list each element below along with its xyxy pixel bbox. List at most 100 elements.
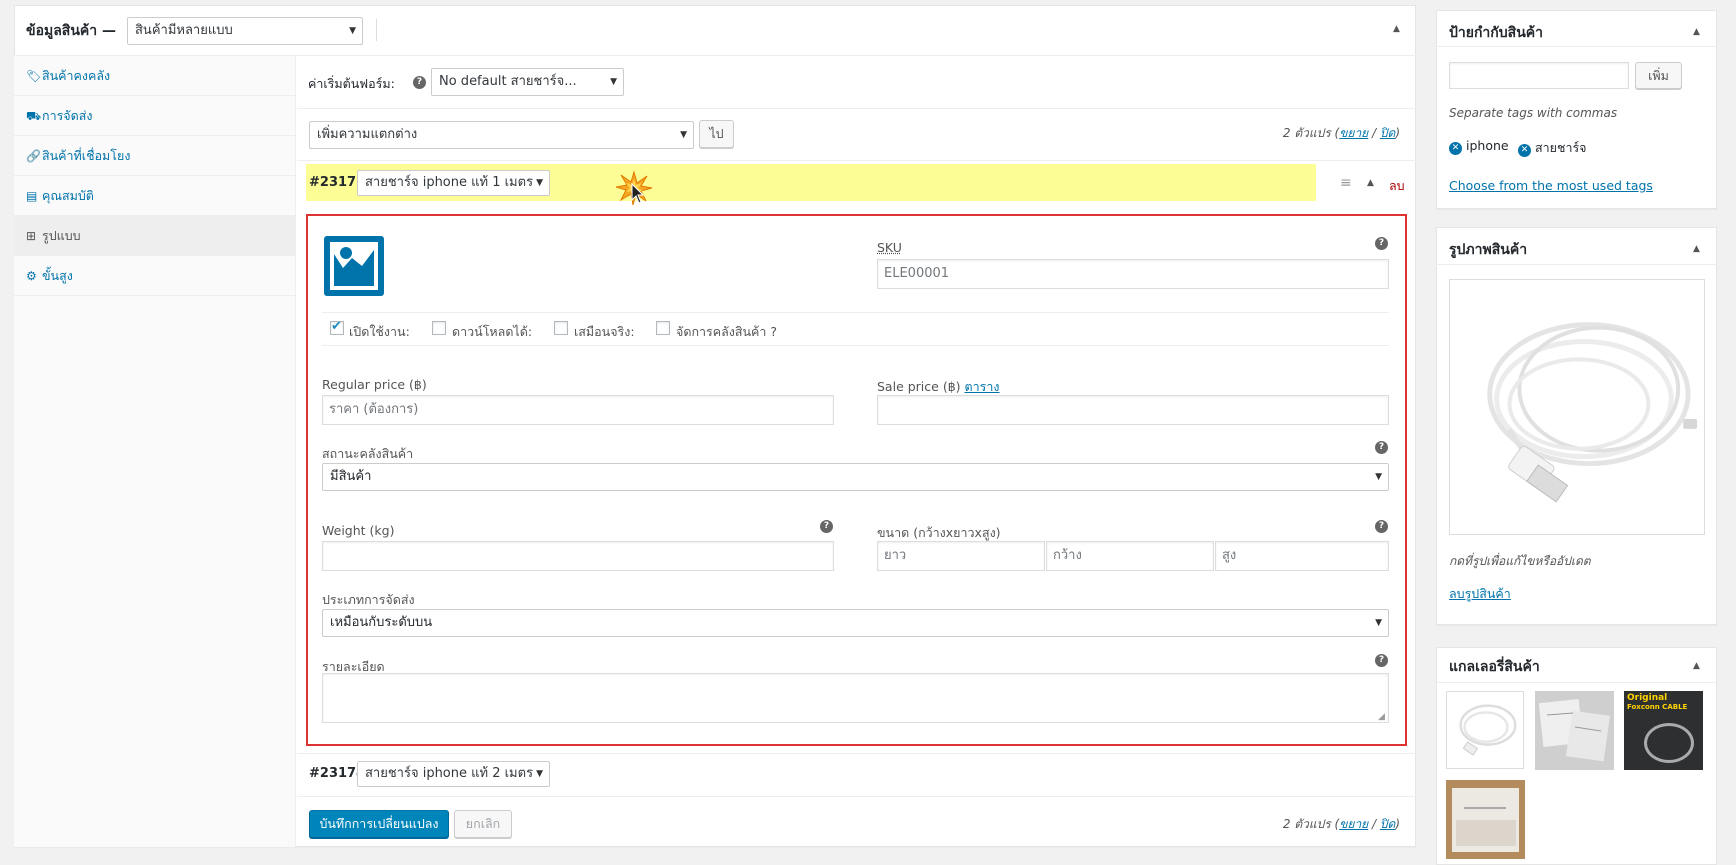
width-input[interactable]: กว้าง [1046,541,1214,571]
collapse-tags-icon[interactable]: ▲ [1693,27,1700,37]
close-link[interactable]: ปิด [1380,126,1395,140]
chevron-down-icon: ▼ [610,77,617,87]
tag-item: ✕ สายชาร์จ [1518,138,1587,158]
tags-box-title: ป้ายกำกับสินค้า [1449,25,1543,41]
default-form-value: No default สายชาร์จ... [439,74,577,89]
help-icon: ? [1375,520,1388,533]
regular-price-label: Regular price (฿) [322,377,427,392]
tag-item: ✕ iphone [1449,138,1509,155]
variations-count-text: 2 ตัวแปร ( [1282,126,1340,140]
resize-handle-icon[interactable]: ◢ [1378,712,1385,722]
default-form-label: ค่าเริ่มต้นฟอร์ม: [308,76,395,91]
collapse-gallery-icon[interactable]: ▲ [1693,661,1700,671]
variations-count-top: 2 ตัวแปร (ขยาย / ปิด) [1200,124,1400,143]
collapse-panel-icon[interactable]: ▲ [1393,24,1400,34]
remove-tag-icon[interactable]: ✕ [1449,142,1462,155]
help-icon: ? [1375,237,1388,250]
tab-variations[interactable]: ⊞ รูปแบบ [14,216,296,256]
add-variation-value: เพิ่มความแตกต่าง [317,127,418,142]
save-changes-button[interactable]: บันทึกการเปลี่ยนแปลง [309,810,449,838]
gallery-thumb[interactable] [1535,691,1614,770]
link-icon: 🔗 [26,149,41,163]
shipping-class-select[interactable]: เหมือนกับระดับบน ▼ [322,609,1389,637]
box-rule [1436,264,1717,265]
tab-label: การจัดส่ง [42,108,93,123]
gallery-thumb[interactable]: Original Foxconn CABLE [1624,691,1703,770]
add-tag-button[interactable]: เพิ่ม [1635,62,1682,89]
stock-status-select[interactable]: มีสินค้า ▼ [322,463,1389,491]
gallery-thumb[interactable] [1446,780,1525,859]
collapse-variation-icon[interactable]: ▲ [1367,178,1374,188]
expand-link[interactable]: ขยาย [1339,126,1368,140]
truck-icon: ⛟ [26,109,42,123]
virtual-checkbox[interactable] [554,321,568,335]
sep: / [1368,126,1380,140]
sku-placeholder: ELE00001 [884,266,950,281]
length-placeholder: ยาว [884,548,907,563]
schedule-link[interactable]: ตาราง [965,379,1000,394]
cancel-button[interactable]: ยกเลิก [454,810,512,838]
variation-attribute-select[interactable]: สายชาร์จ iphone แท้ 2 เมตร ▼ [357,761,550,787]
enabled-label: เปิดใช้งาน: [349,324,410,339]
paren: ) [1395,817,1400,831]
enabled-checkbox[interactable] [330,319,344,335]
click-burst-icon [615,170,653,206]
product-type-select[interactable]: สินค้ามีหลายแบบ ▼ [127,17,363,45]
default-form-select[interactable]: No default สายชาร์จ... ▼ [431,68,624,96]
downloadable-checkbox[interactable] [432,321,446,335]
tag-label: สายชาร์จ [1534,140,1587,155]
tab-linked-products[interactable]: 🔗 สินค้าที่เชื่อมโยง [14,136,296,176]
regular-price-placeholder: ราคา (ต้องการ) [329,402,419,417]
stock-status-value: มีสินค้า [330,469,372,484]
row-rule [297,796,1416,797]
height-input[interactable]: สูง [1215,541,1389,571]
description-textarea[interactable] [322,673,1389,723]
variation-attribute-select[interactable]: สายชาร์จ iphone แท้ 1 เมตร ▼ [357,170,550,196]
length-input[interactable]: ยาว [877,541,1045,571]
help-icon: ? [413,76,426,89]
variation-attribute-value: สายชาร์จ iphone แท้ 1 เมตร [365,175,534,190]
sale-price-text: Sale price (฿) [877,379,961,394]
go-button[interactable]: ไป [699,120,734,148]
close-link[interactable]: ปิด [1380,817,1395,831]
paren: ) [1395,126,1400,140]
chevron-down-icon: ▼ [349,26,356,36]
help-icon: ? [1375,441,1388,454]
tags-hint: Separate tags with commas [1449,106,1618,120]
tab-advanced[interactable]: ⚙ ขั้นสูง [14,256,296,296]
remove-product-image-link[interactable]: ลบรูปสินค้า [1449,584,1511,604]
row-rule [297,108,1416,109]
help-icon: ? [820,520,833,533]
weight-input[interactable] [322,541,834,571]
drag-handle-icon[interactable]: ≡ [1340,175,1352,191]
add-variation-select[interactable]: เพิ่มความแตกต่าง ▼ [309,121,694,149]
header-divider [376,19,377,41]
product-image[interactable] [1449,279,1705,535]
tab-label: คุณสมบัติ [42,188,94,203]
tab-shipping[interactable]: ⛟ การจัดส่ง [14,96,296,136]
height-placeholder: สูง [1222,548,1237,563]
sale-price-input[interactable] [877,395,1389,425]
manage-stock-checkbox[interactable] [656,321,670,335]
row-rule [297,160,1416,161]
product-data-title: ข้อมูลสินค้า — [26,23,117,39]
box-rule [1436,682,1717,683]
remove-variation-link[interactable]: ลบ [1389,176,1405,196]
variations-count-text: 2 ตัวแปร ( [1282,817,1340,831]
shipping-class-label: ประเภทการจัดส่ง [322,592,415,607]
most-used-tags-link[interactable]: Choose from the most used tags [1449,178,1653,193]
tab-attributes[interactable]: ▤ คุณสมบัติ [14,176,296,216]
image-placeholder-icon[interactable] [324,236,384,296]
dimensions-label: ขนาด (กว้างxยาวxสูง) [877,525,1001,540]
product-image-title: รูปภาพสินค้า [1449,242,1528,258]
regular-price-input[interactable]: ราคา (ต้องการ) [322,395,834,425]
collapse-image-icon[interactable]: ▲ [1693,244,1700,254]
new-tag-input[interactable] [1449,62,1629,89]
virtual-label: เสมือนจริง: [574,324,635,339]
downloadable-label: ดาวน์โหลดได้: [452,324,533,339]
remove-tag-icon[interactable]: ✕ [1518,144,1531,157]
gallery-thumb[interactable] [1446,691,1524,769]
tab-inventory[interactable]: 🏷 สินค้าคงคลัง [14,56,296,96]
expand-link[interactable]: ขยาย [1339,817,1368,831]
sku-input[interactable]: ELE00001 [877,259,1389,289]
